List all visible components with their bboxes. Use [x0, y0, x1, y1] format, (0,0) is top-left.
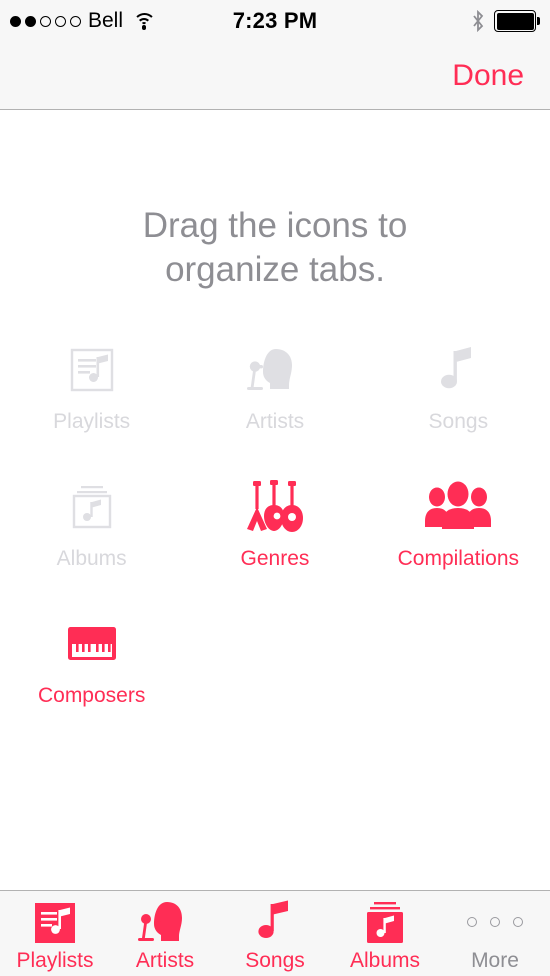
status-bar: Bell 7:23 PM	[0, 0, 550, 42]
artists-icon	[242, 339, 308, 401]
genres-icon	[244, 476, 306, 538]
more-dots-icon	[467, 898, 523, 946]
tab-label: Artists	[135, 949, 195, 972]
grid-item-label: Composers	[37, 684, 146, 707]
navigation-bar: Done	[0, 42, 550, 110]
icon-grid: Playlists Artists Songs Albums Genres Co…	[0, 339, 550, 750]
battery-full-icon	[494, 10, 540, 32]
grid-item-albums[interactable]: Albums	[0, 476, 183, 613]
tab-label: Playlists	[16, 949, 94, 972]
songs-icon	[438, 339, 478, 401]
prompt-line-2: organize tabs.	[165, 250, 385, 289]
grid-item-songs[interactable]: Songs	[367, 339, 550, 476]
tab-label: More	[471, 949, 519, 972]
albums-icon	[361, 898, 409, 946]
status-bar-clock: 7:23 PM	[232, 8, 318, 33]
grid-item-label: Artists	[245, 410, 305, 433]
grid-item-genres[interactable]: Genres	[183, 476, 366, 613]
tab-label: Albums	[349, 949, 421, 972]
compilations-icon	[423, 476, 493, 538]
tab-label: Songs	[245, 949, 305, 972]
grid-item-label: Playlists	[53, 410, 131, 433]
done-button[interactable]: Done	[446, 55, 530, 97]
grid-item-compilations[interactable]: Compilations	[367, 476, 550, 613]
tab-albums[interactable]: Albums	[330, 891, 440, 976]
tab-playlists[interactable]: Playlists	[0, 891, 110, 976]
music-tab-configure-screen: Bell 7:23 PM Done Drag the icons to orga…	[0, 0, 550, 976]
tab-songs[interactable]: Songs	[220, 891, 330, 976]
playlists-icon	[65, 339, 119, 401]
prompt-text: Drag the icons to organize tabs.	[0, 204, 550, 292]
grid-item-playlists[interactable]: Playlists	[0, 339, 183, 476]
grid-item-composers[interactable]: Composers	[0, 613, 183, 750]
tab-bar: Playlists Artists Songs Albums More	[0, 890, 550, 976]
grid-item-label: Songs	[428, 410, 489, 433]
grid-item-artists[interactable]: Artists	[183, 339, 366, 476]
status-bar-right	[471, 0, 540, 42]
albums-icon	[65, 476, 119, 538]
bluetooth-icon	[473, 10, 484, 32]
grid-item-label: Genres	[240, 547, 310, 570]
playlists-icon	[32, 898, 78, 946]
composers-icon	[63, 613, 121, 675]
tab-artists[interactable]: Artists	[110, 891, 220, 976]
grid-item-label: Albums	[56, 547, 127, 570]
prompt-line-1: Drag the icons to	[142, 206, 408, 245]
songs-icon	[256, 898, 294, 946]
tab-more[interactable]: More	[440, 891, 550, 976]
main-content: Drag the icons to organize tabs. Playlis…	[0, 111, 550, 890]
artists-icon	[134, 898, 196, 946]
grid-item-label: Compilations	[397, 547, 520, 570]
